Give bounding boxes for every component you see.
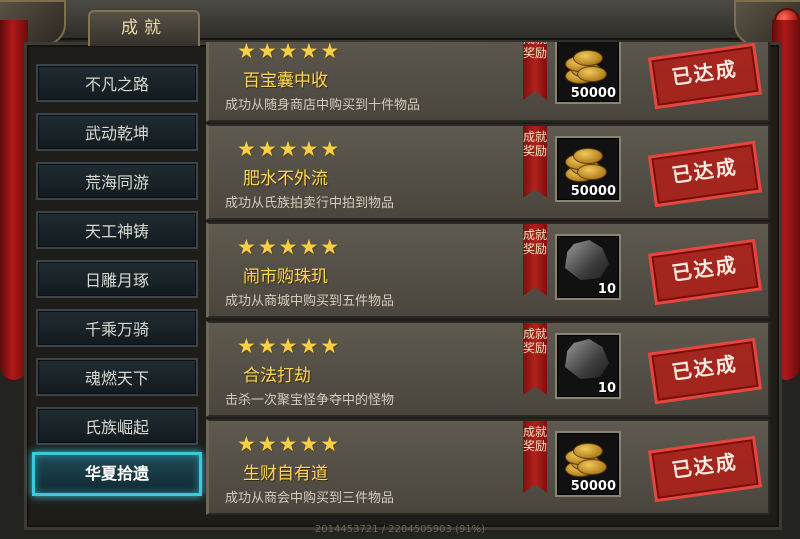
star-icon: ★	[237, 432, 256, 456]
star-icon: ★	[278, 334, 298, 358]
achievement-name: 肥水不外流	[243, 169, 328, 189]
reward-slot[interactable]: 50000	[555, 431, 621, 497]
star-icon: ★	[278, 42, 298, 63]
star-icon: ★	[278, 235, 298, 259]
sidebar-item[interactable]: 荒海同游	[36, 162, 198, 200]
star-rating: ★★★★★	[237, 42, 341, 62]
completed-stamp: 已达成	[647, 238, 763, 306]
star-icon: ★	[320, 137, 340, 161]
sidebar-item[interactable]: 魂燃天下	[36, 358, 198, 396]
reward-quantity: 50000	[570, 184, 616, 199]
sidebar-item[interactable]: 武动乾坤	[36, 113, 198, 151]
star-icon: ★	[320, 42, 340, 63]
completed-stamp: 已达成	[647, 42, 763, 110]
completed-stamp: 已达成	[647, 140, 763, 208]
star-icon: ★	[237, 42, 256, 63]
star-icon: ★	[320, 334, 340, 358]
achievement-description: 成功从氏族拍卖行中拍到物品	[225, 196, 395, 211]
achievement-description: 成功从随身商店中购买到十件物品	[225, 98, 421, 113]
achievement-row: ★★★★★ 肥水不外流 成功从氏族拍卖行中拍到物品 成就奖励 50000 已达成	[206, 124, 770, 220]
star-icon: ★	[299, 235, 319, 259]
star-icon: ★	[237, 137, 256, 161]
sidebar-item[interactable]: 千乘万骑	[36, 309, 198, 347]
reward-slot[interactable]: 10	[555, 234, 621, 300]
gold-coins-icon	[563, 144, 607, 182]
star-icon: ★	[257, 42, 277, 63]
reward-ribbon: 成就奖励	[523, 126, 547, 198]
star-icon: ★	[257, 334, 277, 358]
achievement-description: 成功从商会中购买到三件物品	[225, 491, 395, 506]
star-rating: ★★★★★	[237, 433, 341, 455]
footer-progress: 2014453721 / 2204505903 (91%)	[314, 524, 486, 535]
star-icon: ★	[257, 137, 277, 161]
achievement-row: ★★★★★ 合法打劫 击杀一次聚宝怪争夺中的怪物 成就奖励 10 已达成	[206, 321, 770, 417]
sidebar-item[interactable]: 不凡之路	[36, 64, 198, 102]
reward-ribbon: 成就奖励	[523, 224, 547, 296]
achievement-name: 百宝囊中收	[243, 71, 328, 91]
reward-quantity: 50000	[570, 86, 616, 101]
star-icon: ★	[320, 235, 340, 259]
star-icon: ★	[237, 334, 256, 358]
achievement-row: ★★★★★百宝囊中收成功从随身商店中购买到十件物品成就奖励50000已达成	[206, 42, 770, 122]
reward-quantity: 10	[597, 381, 616, 396]
panel-title: 成就	[88, 10, 200, 46]
star-rating: ★★★★★	[237, 335, 341, 357]
star-icon: ★	[320, 432, 340, 456]
gold-coins-icon	[563, 46, 607, 84]
sidebar-item[interactable]: 氏族崛起	[36, 407, 198, 445]
star-icon: ★	[257, 432, 277, 456]
star-rating: ★★★★★	[237, 138, 341, 160]
star-icon: ★	[299, 334, 319, 358]
sidebar-item[interactable]: 华夏拾遗	[32, 452, 202, 496]
achievement-list[interactable]: ★★★★★百宝囊中收成功从随身商店中购买到十件物品成就奖励50000已达成★★★…	[206, 42, 770, 520]
category-sidebar: 不凡之路武动乾坤荒海同游天工神铸日雕月琢千乘万骑魂燃天下氏族崛起华夏拾遗	[32, 56, 202, 502]
reward-ribbon: 成就奖励	[523, 323, 547, 395]
star-icon: ★	[278, 137, 298, 161]
star-icon: ★	[299, 432, 319, 456]
reward-quantity: 50000	[570, 479, 616, 494]
achievement-description: 击杀一次聚宝怪争夺中的怪物	[225, 393, 395, 408]
completed-stamp: 已达成	[647, 435, 763, 503]
ore-icon	[565, 240, 609, 280]
achievement-name: 合法打劫	[243, 366, 311, 386]
star-icon: ★	[278, 432, 298, 456]
completed-stamp: 已达成	[647, 337, 763, 405]
star-rating: ★★★★★	[237, 236, 341, 258]
achievement-name: 闹市购珠玑	[243, 267, 328, 287]
achievement-row: ★★★★★ 闹市购珠玑 成功从商城中购买到五件物品 成就奖励 10 已达成	[206, 222, 770, 318]
reward-quantity: 10	[597, 282, 616, 297]
star-icon: ★	[299, 42, 319, 63]
reward-ribbon: 成就奖励	[523, 42, 547, 100]
reward-slot[interactable]: 50000	[555, 42, 621, 104]
gold-coins-icon	[563, 439, 607, 477]
reward-slot[interactable]: 50000	[555, 136, 621, 202]
reward-slot[interactable]: 10	[555, 333, 621, 399]
star-icon: ★	[299, 137, 319, 161]
sidebar-item[interactable]: 天工神铸	[36, 211, 198, 249]
achievement-name: 生财自有道	[243, 464, 328, 484]
achievement-description: 成功从商城中购买到五件物品	[225, 294, 395, 309]
star-icon: ★	[237, 235, 256, 259]
ore-icon	[565, 339, 609, 379]
reward-ribbon: 成就奖励	[523, 421, 547, 493]
sidebar-item[interactable]: 日雕月琢	[36, 260, 198, 298]
star-icon: ★	[257, 235, 277, 259]
achievement-row: ★★★★★ 生财自有道 成功从商会中购买到三件物品 成就奖励 50000 已达成	[206, 419, 770, 515]
